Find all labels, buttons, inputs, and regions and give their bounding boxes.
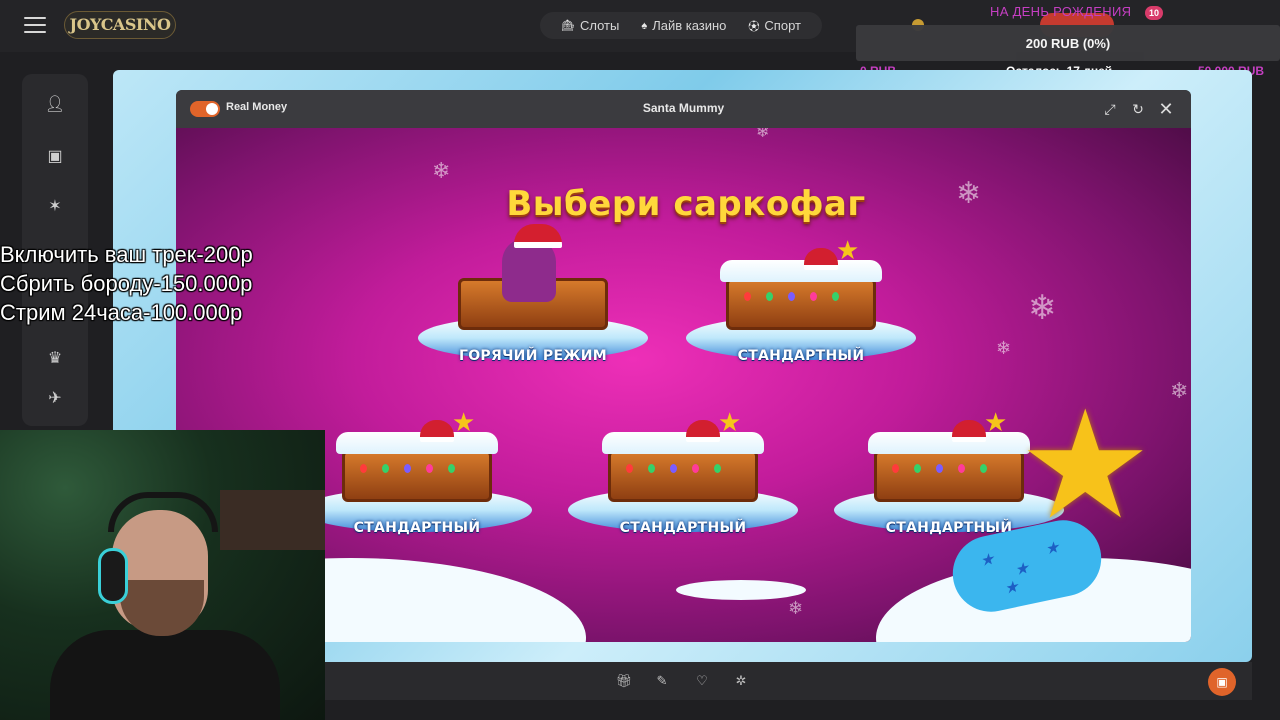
nav-slots-label: Слоты [579, 18, 620, 33]
slots-icon[interactable]: ✶ [42, 194, 68, 220]
streamer-body [50, 630, 280, 720]
sarcophagus-standard[interactable]: ★ СТАНДАРТНЫЙ [302, 407, 532, 538]
headset-band [108, 492, 218, 532]
menu-icon[interactable] [24, 17, 46, 33]
snow-patch [676, 580, 806, 600]
chest-label: ГОРЯЧИЙ РЕЖИМ [459, 348, 607, 364]
christmas-lights [892, 464, 1002, 473]
settings-icon[interactable]: ✲ [731, 671, 751, 691]
live-casino-icon: ♠ [641, 19, 648, 32]
crown-icon[interactable]: ♛ [42, 346, 68, 372]
star-icon: ★ [836, 235, 860, 265]
donation-goal-bar: 200 RUB (0%) [856, 25, 1280, 61]
streamer-beard [120, 580, 204, 636]
game-titlebar: Real Money Santa Mummy ⤢ ↻ ✕ [176, 90, 1191, 128]
chest-label: СТАНДАРТНЫЙ [737, 348, 865, 364]
game-toolbar: 🎁︎ ✎ ♡ ✲ [176, 662, 1252, 700]
santa-hat [804, 248, 838, 270]
headset-icon [98, 548, 128, 604]
close-icon[interactable]: ✕ [1156, 99, 1176, 119]
site-logo[interactable]: JOYCASINO [64, 11, 176, 39]
reload-icon[interactable]: ↻ [1128, 99, 1148, 119]
wallet-icon[interactable]: ▣ [42, 144, 68, 170]
slots-icon: 🎰︎ [561, 20, 575, 32]
nav-live-casino[interactable]: ♠ Лайв казино [641, 18, 726, 33]
snowflake-icon: ❄ [788, 598, 804, 618]
sarcophagus-box [874, 450, 1024, 502]
overlay-line: Сбрить бороду-150.000р [0, 271, 253, 296]
gift-icon[interactable]: 🎁︎ [614, 671, 634, 691]
goal-amount: 200 RUB (0%) [1025, 36, 1111, 51]
snowflake-icon: ❄ [996, 338, 1012, 358]
user-icon[interactable]: 👤︎ [42, 92, 68, 118]
nav-live-casino-label: Лайв казино [652, 18, 727, 33]
game-title: Santa Mummy [642, 101, 725, 115]
snowflake-icon: ❄ [956, 177, 982, 210]
snowflake-icon: ❄ [1170, 378, 1189, 403]
star-icon: ★ [718, 407, 742, 437]
webcam-feed [0, 430, 325, 720]
christmas-lights [744, 292, 854, 301]
game-window: Real Money Santa Mummy ⤢ ↻ ✕ ❄ ❄ ❄ ❄ ❄ ❄… [176, 90, 1191, 642]
chest-label: СТАНДАРТНЫЙ [353, 520, 481, 536]
christmas-lights [626, 464, 736, 473]
sarcophagus-box [608, 450, 758, 502]
background-shelf [220, 490, 325, 550]
christmas-lights [360, 464, 470, 473]
santa-hat [420, 420, 454, 442]
sarcophagus-box [342, 450, 492, 502]
snowflake-icon: ❄ [1028, 289, 1057, 327]
gold-star-icon: ★ [1018, 381, 1153, 549]
snowflake-icon: ❄ [432, 158, 451, 183]
snowflake-icon: ❄ [756, 128, 770, 141]
santa-hat [686, 420, 720, 442]
santa-hat [952, 420, 986, 442]
star-icon: ★ [984, 407, 1008, 437]
overlay-line: Стрим 24часа-100.000р [0, 300, 243, 325]
fullscreen-icon[interactable]: ⤢ [1100, 99, 1120, 119]
plane-icon[interactable]: ✈ [42, 386, 68, 412]
sarcophagus-standard[interactable]: ★ СТАНДАРТНЫЙ [568, 407, 798, 538]
nav-sport[interactable]: ⚽︎ Спорт [748, 18, 801, 34]
overlay-line: Включить ваш трек-200р [0, 242, 253, 267]
nav-sport-label: Спорт [764, 18, 801, 33]
santa-hat [514, 224, 562, 248]
game-scene: ❄ ❄ ❄ ❄ ❄ ❄ ❄ Выбери саркофаг ГОРЯЧИЙ РЕ… [176, 128, 1191, 642]
birthday-count-badge: 10 [1145, 6, 1163, 20]
star-icon: ★ [452, 407, 476, 437]
main-nav: 🎰︎ Слоты ♠ Лайв казино ⚽︎ Спорт [540, 12, 822, 39]
birthday-label: НА ДЕНЬ РОЖДЕНИЯ [990, 4, 1132, 19]
game-headline: Выбери саркофаг [506, 184, 866, 224]
heart-icon[interactable]: ♡ [692, 671, 712, 691]
sarcophagus-box [726, 278, 876, 330]
soccer-ball-icon: ⚽︎ [748, 20, 760, 33]
chat-button[interactable]: ▣ [1208, 668, 1236, 696]
ticket-icon[interactable]: ✎ [652, 671, 672, 691]
sarcophagus-hot[interactable]: ГОРЯЧИЙ РЕЖИМ [418, 224, 648, 366]
nav-slots[interactable]: 🎰︎ Слоты [561, 18, 619, 33]
sarcophagus-standard[interactable]: ★ СТАНДАРТНЫЙ [686, 235, 916, 366]
chest-label: СТАНДАРТНЫЙ [619, 520, 747, 536]
